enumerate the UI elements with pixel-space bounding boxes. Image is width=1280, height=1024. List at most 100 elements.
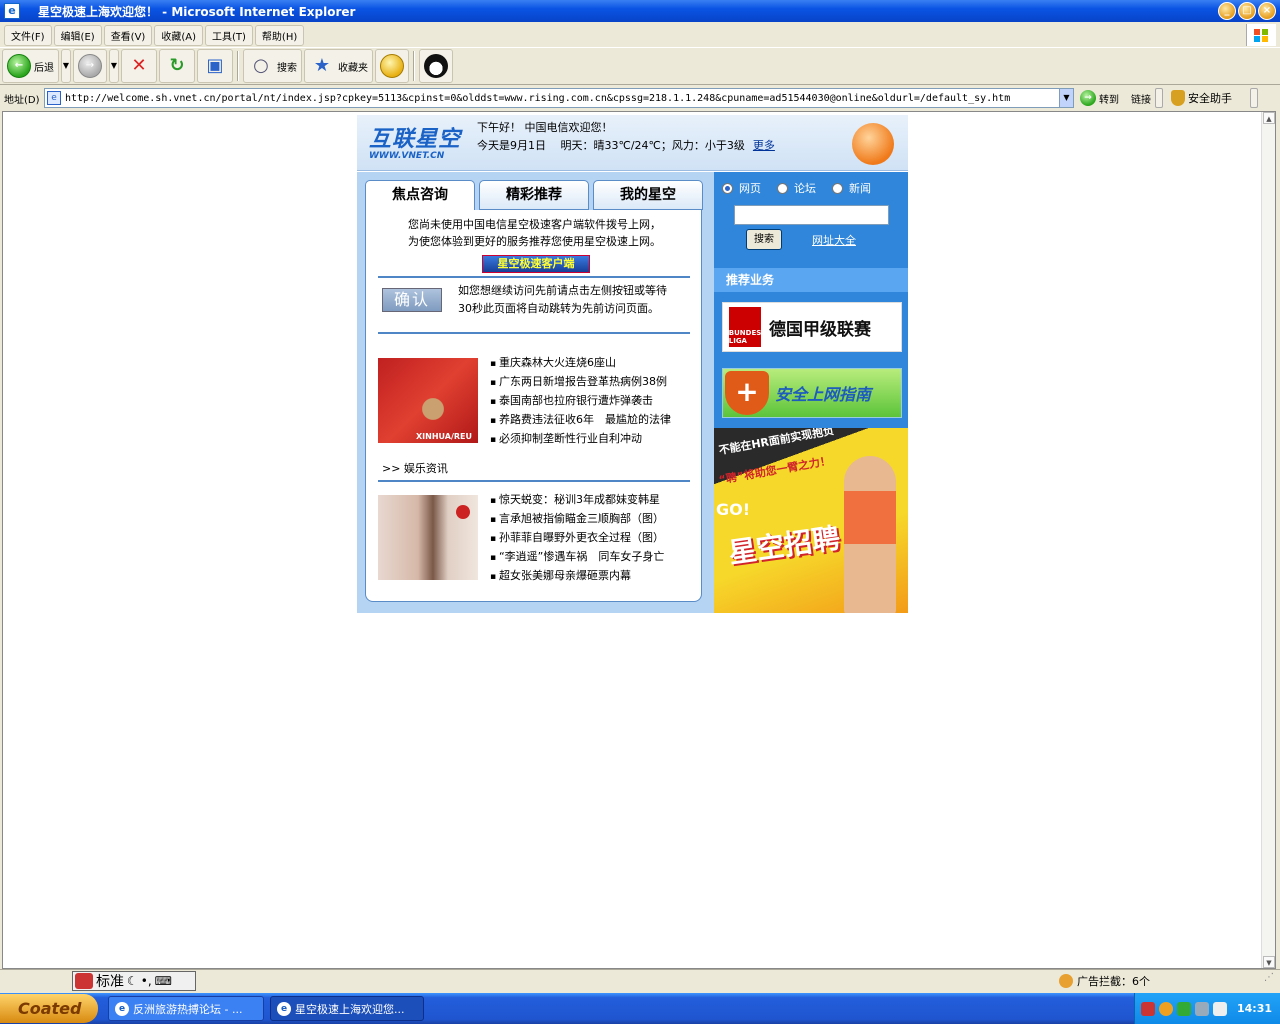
news-photo[interactable]: XINHUA/REU (378, 358, 478, 443)
menu-favorites[interactable]: 收藏(A) (154, 24, 203, 46)
scroll-down-arrow-icon[interactable]: ▼ (1263, 956, 1275, 968)
bundesliga-banner[interactable]: BUNDES LIGA 德国甲级联赛 (722, 302, 902, 352)
favorites-button[interactable]: ★ 收藏夹 (304, 49, 373, 83)
vertical-scrollbar[interactable]: ▲ ▼ (1261, 112, 1275, 968)
ime-mode[interactable]: 标准 (96, 971, 124, 991)
ime-logo-icon (75, 973, 93, 989)
more-link[interactable]: 更多 (753, 139, 775, 152)
back-button[interactable]: ← 后退 (2, 49, 59, 83)
news-link[interactable]: 广东两日新增报告登革热病例38例 (490, 373, 671, 392)
weather-text: 今天是9月1日 明天：晴33℃/24℃；风力：小于3级 更多 (477, 137, 775, 153)
entertainment-news-list: 惊天蜕变：秘训3年成都妹变韩星 言承旭被指偷瞄金三顺胸部（图） 孙菲菲自曝野外更… (490, 491, 664, 586)
vnet-logo[interactable]: 互联星空 WWW.VNET.CN (369, 121, 465, 165)
go-arrow-icon: → (1080, 90, 1096, 106)
star-icon: ★ (313, 55, 331, 76)
radio-forum[interactable] (777, 182, 788, 194)
media-tray-icon[interactable] (1159, 1001, 1173, 1016)
start-button[interactable]: Coated (0, 994, 98, 1023)
news-link[interactable]: 必须抑制垄断性行业自利冲动 (490, 430, 671, 449)
divider (378, 276, 690, 278)
clock[interactable]: 14:31 (1237, 1002, 1272, 1015)
go-button[interactable]: → 转到 (1080, 90, 1119, 106)
radio-web-label[interactable]: 网页 (739, 180, 761, 196)
entertainment-news-link[interactable]: 言承旭被指偷瞄金三顺胸部（图） (490, 510, 664, 529)
shield-icon (1171, 90, 1185, 106)
radio-forum-label[interactable]: 论坛 (794, 180, 816, 196)
links-button[interactable]: 链接 (1131, 91, 1151, 106)
jumping-person-image (844, 456, 896, 613)
maximize-button[interactable]: □ (1238, 2, 1256, 20)
recruitment-banner[interactable]: 不能在HR面前实现抱负 “聘”将助您一臂之力！ GO! 星空招聘 (714, 428, 908, 613)
address-bar: 地址(D) e http://welcome.sh.vnet.cn/portal… (0, 86, 1280, 110)
tab-focus-news[interactable]: 焦点咨询 (365, 180, 475, 212)
radio-web[interactable] (722, 182, 733, 194)
ime-toolbar[interactable]: 标准 ☾ •, ⌨ (72, 971, 196, 991)
page-icon: e (47, 91, 61, 105)
menu-file[interactable]: 文件(F) (4, 24, 52, 46)
browser-viewport: 互联星空 WWW.VNET.CN 下午好！ 中国电信欢迎您！ 今天是9月1日 明… (2, 111, 1276, 969)
ime-tray-icon[interactable] (1141, 1001, 1155, 1016)
radio-news-label[interactable]: 新闻 (849, 180, 871, 196)
search-icon: ○ (253, 55, 269, 76)
search-button[interactable]: ○ 搜索 (243, 49, 302, 83)
entertainment-news-link[interactable]: 惊天蜕变：秘训3年成都妹变韩星 (490, 491, 664, 510)
shield-tray-icon[interactable] (1213, 1001, 1227, 1016)
minimize-button[interactable]: _ (1218, 2, 1236, 20)
tab-my-vnet[interactable]: 我的星空 (593, 180, 703, 210)
ad-block-status[interactable]: 广告拦截：6个 (1059, 973, 1150, 989)
menu-view[interactable]: 查看(V) (103, 24, 153, 46)
menu-tools[interactable]: 工具(T) (205, 24, 253, 46)
back-label: 后退 (34, 62, 54, 74)
address-url[interactable]: http://welcome.sh.vnet.cn/portal/nt/inde… (65, 93, 1059, 104)
stop-button[interactable]: ✕ (121, 49, 157, 83)
url-directory-link[interactable]: 网址大全 (812, 232, 856, 248)
radio-news[interactable] (832, 182, 843, 194)
entertainment-photo[interactable] (378, 495, 478, 580)
history-button[interactable] (375, 49, 409, 83)
address-dropdown[interactable]: ▼ (1059, 89, 1073, 107)
menu-edit[interactable]: 编辑(E) (53, 24, 102, 46)
penguin-icon (424, 54, 448, 78)
ie-icon: e (4, 3, 20, 19)
entertainment-news-link[interactable]: 孙菲菲自曝野外更衣全过程（图） (490, 529, 664, 548)
toolbar-grip[interactable] (1155, 88, 1163, 108)
refresh-button[interactable]: ↻ (159, 49, 195, 83)
news-list: 重庆森林大火连烧6座山 广东两日新增报告登革热病例38例 泰国南部也拉府银行遭炸… (490, 354, 671, 449)
taskbar-item-vnet[interactable]: e 星空极速上海欢迎您... (270, 996, 424, 1021)
forward-button[interactable]: → (73, 49, 107, 83)
entertainment-news-link[interactable]: “李逍遥”惨遇车祸 同车女子身亡 (490, 548, 664, 567)
toolbar-separator (413, 51, 415, 81)
tab-recommend[interactable]: 精彩推荐 (479, 180, 589, 210)
resize-grip-icon[interactable]: ⋰ (1264, 972, 1278, 990)
tab-bar: 焦点咨询 精彩推荐 我的星空 (365, 180, 706, 212)
news-link[interactable]: 重庆森林大火连烧6座山 (490, 354, 671, 373)
qq-button[interactable] (419, 49, 453, 83)
page-search-button[interactable]: 搜索 (746, 229, 782, 250)
forward-dropdown[interactable]: ▼ (109, 49, 119, 83)
divider (378, 332, 690, 334)
network-tray-icon[interactable] (1195, 1001, 1209, 1016)
entertainment-news-link[interactable]: 超女张美娜母亲爆砸票内幕 (490, 567, 664, 586)
search-input[interactable] (734, 205, 889, 225)
taskbar-item-forum[interactable]: e 反洲旅游热搏论坛 - ... (108, 996, 264, 1021)
client-download-button[interactable]: 星空极速客户端 (482, 255, 590, 273)
menu-help[interactable]: 帮助(H) (254, 24, 305, 46)
address-input[interactable]: e http://welcome.sh.vnet.cn/portal/nt/in… (44, 88, 1074, 108)
news-link[interactable]: 养路费违法征收6年 最尴尬的法律 (490, 411, 671, 430)
punctuation-icon[interactable]: •, (141, 974, 152, 988)
keyboard-icon[interactable]: ⌨ (155, 974, 172, 988)
moon-icon[interactable]: ☾ (127, 974, 138, 988)
close-button[interactable]: × (1258, 2, 1276, 20)
greeting-text: 下午好！ 中国电信欢迎您！ (477, 121, 613, 134)
scroll-up-arrow-icon[interactable]: ▲ (1263, 112, 1275, 124)
home-button[interactable]: ▣ (197, 49, 233, 83)
antivirus-tray-icon[interactable] (1177, 1001, 1191, 1016)
safe-browsing-banner[interactable]: + 安全上网指南 (722, 368, 902, 418)
ad-block-text: 广告拦截：6个 (1077, 975, 1150, 988)
back-dropdown[interactable]: ▼ (61, 49, 71, 83)
toolbar-grip[interactable] (1250, 88, 1258, 108)
confirm-button[interactable]: 确认 (382, 288, 442, 312)
news-link[interactable]: 泰国南部也拉府银行遭炸弹袭击 (490, 392, 671, 411)
entertainment-section-title[interactable]: >> 娱乐资讯 (382, 460, 448, 476)
safety-assistant-button[interactable]: 安全助手 (1171, 90, 1232, 106)
